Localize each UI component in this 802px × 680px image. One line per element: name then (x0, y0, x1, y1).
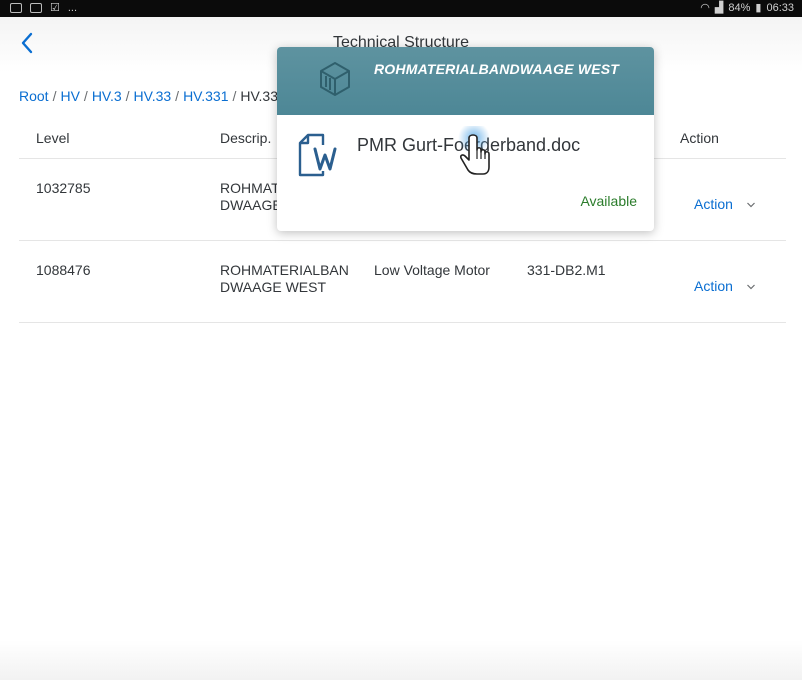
battery-level: 84% (728, 2, 751, 14)
table-row[interactable]: 1088476 ROHMATERIALBAN DWAAGE WEST Low V… (19, 240, 786, 323)
cell-type: Low Voltage Motor (374, 262, 490, 278)
action-label: Action (694, 278, 733, 294)
status-bar-left: ☑ ... (10, 1, 77, 15)
popover-header: ROHMATERIALBANDWAAGE WEST (277, 47, 654, 115)
status-bar-right: ◠ ▟ 84% ▮ 06:33 (700, 1, 794, 15)
column-header-description: Descrip. (220, 130, 272, 146)
document-status: Available (580, 193, 637, 209)
signal-icon: ▟ (714, 2, 724, 14)
keyboard-icon (10, 3, 22, 13)
cell-description: ROHMATERIALBAN DWAAGE WEST (220, 262, 349, 295)
more-notifications: ... (67, 2, 78, 14)
chevron-down-icon (746, 284, 755, 289)
cell-level: 1088476 (36, 262, 91, 278)
breadcrumb-hv-33[interactable]: HV.33 (134, 88, 172, 104)
chevron-down-icon (746, 202, 755, 207)
breadcrumb: Root / HV / HV.3/HV.33/HV.331/HV.33 (19, 88, 278, 104)
breadcrumb-root[interactable]: Root (19, 88, 49, 104)
checklist-icon: ☑ (50, 2, 60, 14)
breadcrumb-separator: / (52, 88, 57, 104)
document-popover: ROHMATERIALBANDWAAGE WEST PMR Gurt-Foerd… (277, 47, 654, 231)
column-header-level: Level (36, 130, 70, 146)
action-menu-button[interactable]: Action (694, 196, 755, 213)
action-menu-button[interactable]: Action (694, 278, 755, 295)
action-label: Action (694, 196, 733, 212)
breadcrumb-separator: / (175, 88, 180, 104)
wifi-icon: ◠ (700, 2, 710, 14)
breadcrumb-current: HV.33 (240, 88, 278, 104)
breadcrumb-hv[interactable]: HV (60, 88, 79, 104)
object-cube-icon (320, 62, 350, 96)
cell-level: 1032785 (36, 180, 91, 196)
cell-technical-id: 331-DB2.M1 (527, 262, 606, 278)
battery-icon: ▮ (755, 2, 762, 14)
document-link[interactable]: PMR Gurt-Foerderband.doc (357, 135, 580, 156)
status-bar: ☑ ... ◠ ▟ 84% ▮ 06:33 (0, 0, 802, 17)
breadcrumb-separator: / (125, 88, 130, 104)
word-document-icon (298, 133, 340, 177)
breadcrumb-hv-331[interactable]: HV.331 (183, 88, 228, 104)
breadcrumb-separator: / (232, 88, 237, 104)
bottom-fade (0, 640, 802, 680)
breadcrumb-separator: / (83, 88, 88, 104)
clock: 06:33 (766, 2, 794, 14)
app-notification-icon (30, 3, 42, 13)
popover-title: ROHMATERIALBANDWAAGE WEST (374, 61, 620, 77)
breadcrumb-hv-3[interactable]: HV.3 (92, 88, 122, 104)
column-header-action: Action (680, 130, 719, 146)
